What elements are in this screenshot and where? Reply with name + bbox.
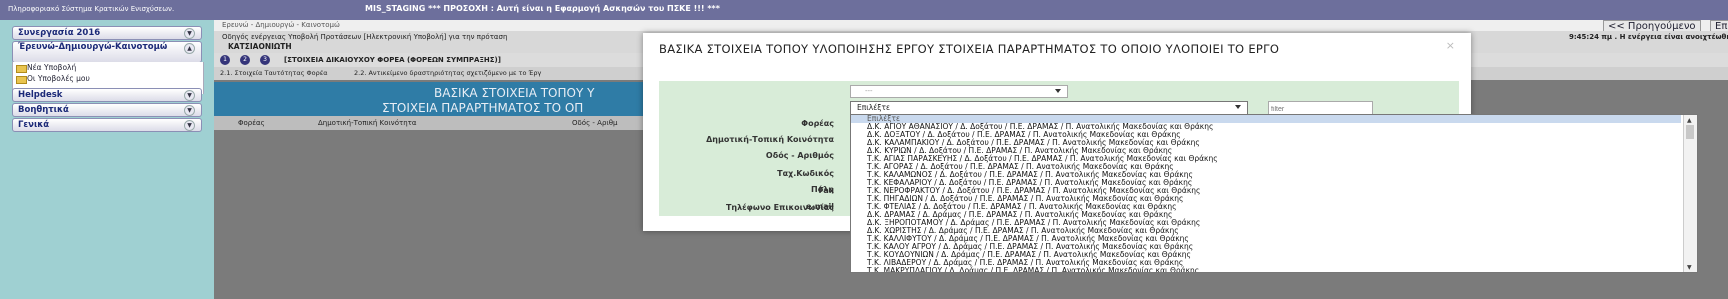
label-fax: Fax <box>818 186 834 195</box>
modal-title: ΒΑΣΙΚΑ ΣΤΟΙΧΕΙΑ ΤΟΠΟΥ ΥΛΟΠΟΙΗΣΗΣ ΕΡΓΟΥ Σ… <box>659 42 1280 56</box>
info-time: 9:45:24 πμ . Η ενέργεια είναι ανοιχτέωθη… <box>1569 33 1728 41</box>
sidebar-section-erevno[interactable]: Έρευνώ-Δημιουργώ-Καινοτομώ ▲ <box>12 41 202 63</box>
sidebar-section-label: Helpdesk <box>18 90 63 100</box>
chevron-down-icon: ▼ <box>184 90 195 101</box>
column-header: Φορέας <box>238 119 265 127</box>
chevron-down-icon[interactable]: ▼ <box>1687 264 1692 271</box>
folder-icon <box>16 76 27 84</box>
dropdown-scrollbar[interactable]: ▲ ▼ <box>1683 115 1697 272</box>
scrollbar-thumb[interactable] <box>1686 125 1694 139</box>
dropdown-list: Επιλέξτε Δ.Κ. ΑΓΙΟΥ ΑΘΑΝΑΣΙΟΥ / Δ. Δοξάτο… <box>850 114 1698 273</box>
chevron-up-icon[interactable]: ▲ <box>1687 117 1692 124</box>
panel-header: ΒΑΣΙΚΑ ΣΤΟΙΧΕΙΑ ΤΟΠΟΥ Υ ΣΤΟΙΧΕΙΑ ΠΑΡΑΡΤΗ… <box>214 82 654 116</box>
system-name: Πληροφοριακό Σύστημα Κρατικών Ενισχύσεων… <box>8 5 175 13</box>
dropdown-caret-icon <box>1055 89 1061 93</box>
breadcrumb-text: Ερευνώ - Δημιουργώ - Καινοτομώ <box>222 21 340 29</box>
sidebar-section-helpdesk[interactable]: Helpdesk ▼ <box>12 88 202 102</box>
panel-header-line2: ΣΤΟΙΧΕΙΑ ΠΑΡΑΡΤΗΜΑΤΟΣ ΤΟ ΟΠ <box>382 101 584 115</box>
dimotiki-value: Επιλέξτε <box>857 103 891 112</box>
sidebar-section-label: Συνεργασία 2016 <box>18 28 101 38</box>
sidebar-item-my-submissions[interactable]: Οι Υποβολές μου <box>27 74 90 83</box>
close-icon[interactable]: × <box>1446 39 1455 52</box>
info-text: Οδηγός ενέργειας Υποβολή Προτάσεων [Ηλεκ… <box>222 33 508 41</box>
label-email: e-mail <box>806 202 834 211</box>
foreas-select[interactable]: --- <box>850 85 1068 98</box>
table-header: Φορέας Δημοτική-Τοπική Κοινότητα Οδός - … <box>214 116 654 130</box>
top-bar: Πληροφοριακό Σύστημα Κρατικών Ενισχύσεων… <box>0 0 1728 20</box>
sidebar-section-label: Έρευνώ-Δημιουργώ-Καινοτομώ <box>18 42 168 52</box>
dropdown-caret-icon <box>1235 105 1241 109</box>
label-tk: Ταχ.Κωδικός <box>777 169 834 178</box>
foreas-value: --- <box>865 87 873 95</box>
sidebar: Συνεργασία 2016 ▼ Έρευνώ-Δημιουργώ-Καινο… <box>0 20 214 299</box>
company-name: ΚΑΤΣΙΑΟΝΙΩΤΗ <box>228 42 292 51</box>
column-header: Οδός - Αριθμ <box>572 119 618 127</box>
label-foreas: Φορέας <box>801 119 834 128</box>
step-1[interactable]: 1 <box>220 55 230 65</box>
sidebar-section-label: Βοηθητικά <box>18 105 69 115</box>
dimotiki-select[interactable]: Επιλέξτε <box>850 101 1248 115</box>
sidebar-section-voithitika[interactable]: Βοηθητικά ▼ <box>12 103 202 117</box>
sidebar-section-genika[interactable]: Γενικά ▼ <box>12 118 202 132</box>
label-odos: Οδός - Αριθμός <box>765 151 834 160</box>
step-2[interactable]: 2 <box>240 55 250 65</box>
label-dimotiki: Δημοτική-Τοπική Κοινότητα <box>706 135 834 144</box>
column-header: Δημοτική-Τοπική Κοινότητα <box>318 119 417 127</box>
dropdown-option[interactable]: Τ.Κ. ΜΑΚΡΥΠΛΑΓΙΟΥ / Δ. Δράμας / Π.Ε. ΔΡΑ… <box>867 267 1199 273</box>
chevron-up-icon: ▲ <box>184 43 195 54</box>
sidebar-item-new-submission[interactable]: Νέα Υποβολή <box>27 63 76 72</box>
step-label: [ΣΤΟΙΧΕΙΑ ΔΙΚΑΙΟΥΧΟΥ ΦΟΡΕΑ (ΦΟΡΕΩΝ ΣΥΜΠΡ… <box>284 56 501 64</box>
tab-activity[interactable]: 2.2. Αντικείμενο δραστηριότητας σχετιζόμ… <box>354 69 541 77</box>
chevron-down-icon: ▼ <box>184 105 195 116</box>
panel-header-line1: ΒΑΣΙΚΑ ΣΤΟΙΧΕΙΑ ΤΟΠΟΥ Υ <box>434 86 595 100</box>
staging-warning: MIS_STAGING *** ΠΡΟΣΟΧΗ : Αυτή είναι η Ε… <box>365 4 720 13</box>
step-3[interactable]: 3 <box>260 55 270 65</box>
tab-identity[interactable]: 2.1. Στοιχεία Ταυτότητας Φορέα <box>220 69 328 77</box>
chevron-down-icon: ▼ <box>184 28 195 39</box>
folder-icon <box>16 65 27 73</box>
chevron-down-icon: ▼ <box>184 120 195 131</box>
sidebar-section-synergasia[interactable]: Συνεργασία 2016 ▼ <box>12 26 202 40</box>
sidebar-section-label: Γενικά <box>18 120 50 130</box>
